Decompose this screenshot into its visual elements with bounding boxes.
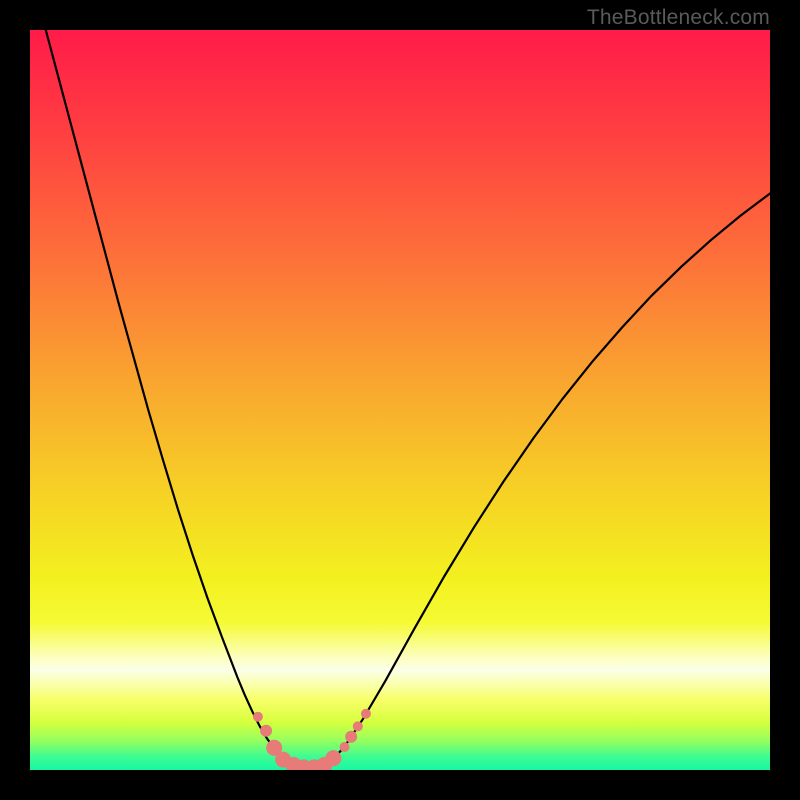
watermark-text: TheBottleneck.com <box>587 6 770 30</box>
plot-area <box>30 30 770 770</box>
chart-frame: TheBottleneck.com <box>0 0 800 800</box>
data-marker <box>353 721 363 731</box>
data-marker <box>340 742 350 752</box>
data-marker <box>260 725 272 737</box>
data-marker <box>253 712 263 722</box>
data-marker <box>345 731 357 743</box>
curve-layer <box>30 30 770 770</box>
bottleneck-curve <box>30 30 770 768</box>
data-marker <box>361 709 371 719</box>
data-marker <box>325 750 341 766</box>
marker-group <box>253 709 371 770</box>
